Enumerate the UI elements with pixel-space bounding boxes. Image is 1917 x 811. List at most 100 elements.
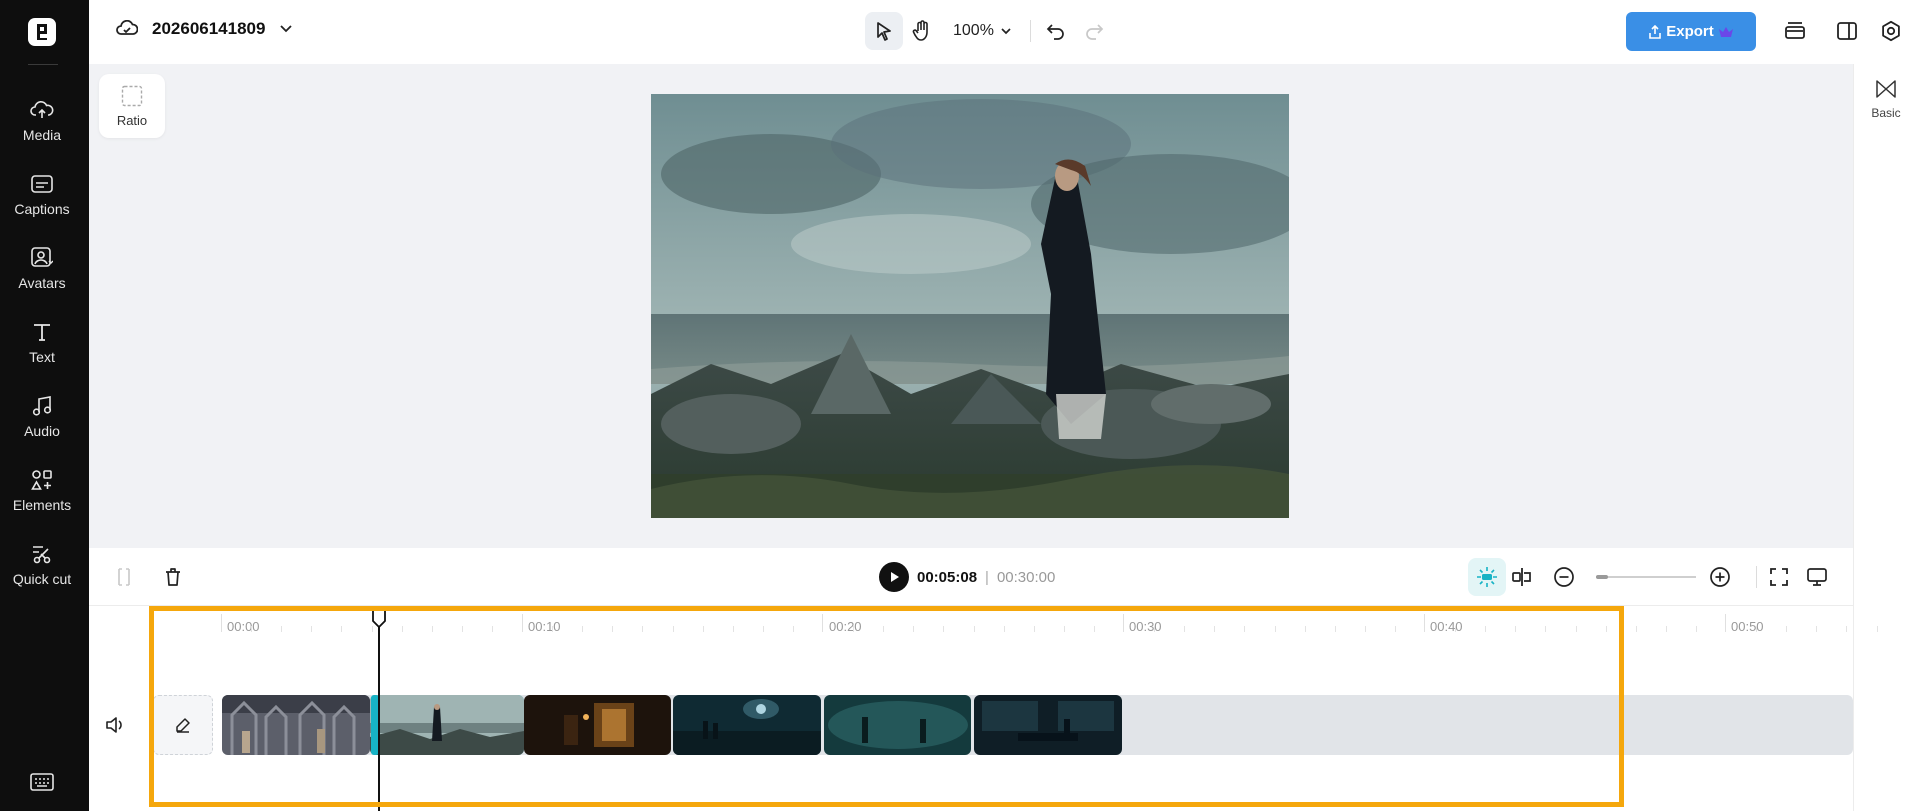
split-button[interactable] xyxy=(111,564,137,590)
ruler-label: 00:30 xyxy=(1129,619,1162,634)
stack-icon xyxy=(1785,22,1805,39)
preview-mode-button[interactable] xyxy=(1804,564,1830,590)
fullscreen-icon xyxy=(1770,568,1788,586)
ruler-minor-tick xyxy=(1635,626,1637,632)
toolbar-divider xyxy=(1756,566,1757,588)
ratio-label: Ratio xyxy=(116,112,148,128)
music-note-icon xyxy=(30,394,54,418)
timeline-clip[interactable] xyxy=(673,695,821,755)
timeline-zoom-slider[interactable] xyxy=(1596,575,1696,579)
ruler-minor-tick xyxy=(943,626,945,632)
timeline-clip-selected[interactable] xyxy=(370,695,524,755)
timeline-clip[interactable] xyxy=(222,695,370,755)
play-icon xyxy=(891,572,899,582)
app-logo[interactable] xyxy=(28,18,56,46)
sidebar-item-audio[interactable]: Audio xyxy=(0,394,84,440)
auto-snap-button[interactable] xyxy=(1468,558,1506,596)
sidebar-item-label: Captions xyxy=(14,201,70,217)
ruler-minor-tick xyxy=(1184,626,1186,632)
sidebar-item-elements[interactable]: Elements xyxy=(0,468,84,514)
ruler-minor-tick xyxy=(702,626,704,632)
undo-button[interactable] xyxy=(1037,12,1075,50)
ruler-minor-tick xyxy=(431,626,433,632)
canvas-stage: Ratio xyxy=(89,64,1853,548)
hand-tool-button[interactable] xyxy=(903,12,941,50)
playhead-line[interactable] xyxy=(378,620,380,811)
timeline-clip[interactable] xyxy=(824,695,971,755)
sidebar-item-captions[interactable]: Captions xyxy=(0,172,84,218)
keyboard-shortcuts-icon[interactable] xyxy=(30,773,54,791)
timeline-toolbar: 00:05:08 | 00:30:00 xyxy=(89,548,1853,606)
pencil-icon xyxy=(176,718,190,733)
project-name: 202606141809 xyxy=(152,19,266,38)
panel-toggle-button[interactable] xyxy=(1834,18,1860,44)
speaker-icon xyxy=(106,717,122,733)
timeline-clip[interactable] xyxy=(974,695,1122,755)
delete-button[interactable] xyxy=(160,564,186,590)
zoom-value: 100% xyxy=(953,22,994,39)
sidebar-divider xyxy=(28,64,58,65)
clip-thumbnail xyxy=(824,695,971,755)
ruler-minor-tick xyxy=(1274,626,1276,632)
zoom-dropdown[interactable]: 100% xyxy=(953,22,1012,40)
ruler-minor-tick xyxy=(1695,626,1697,632)
play-button[interactable] xyxy=(879,562,909,592)
timeline-clip[interactable] xyxy=(524,695,671,755)
ruler-minor-tick xyxy=(973,626,975,632)
ruler-label: 00:50 xyxy=(1731,619,1764,634)
basic-label: Basic xyxy=(1871,106,1901,120)
ruler-minor-tick xyxy=(1093,626,1095,632)
playback-controls: 00:05:08 | 00:30:00 xyxy=(879,562,1055,592)
layers-button[interactable] xyxy=(1782,18,1808,44)
ruler-tick xyxy=(522,614,523,632)
preview-frame-image xyxy=(651,94,1289,518)
redo-button[interactable] xyxy=(1075,12,1113,50)
track-mute-button[interactable] xyxy=(105,716,125,734)
timeline: 00:00 00:10 00:20 00:30 00:40 00:50 xyxy=(89,606,1878,811)
ruler-minor-tick xyxy=(311,626,313,632)
magnet-snap-icon xyxy=(1477,567,1497,587)
project-selector[interactable]: 202606141809 xyxy=(116,19,293,39)
undo-icon xyxy=(1046,24,1064,40)
settings-button[interactable] xyxy=(1878,18,1904,44)
fit-timeline-button[interactable] xyxy=(1766,564,1792,590)
ruler-minor-tick xyxy=(1605,626,1607,632)
ruler-minor-tick xyxy=(732,626,734,632)
ruler-minor-tick xyxy=(461,626,463,632)
ruler-minor-tick xyxy=(913,626,915,632)
elements-icon xyxy=(30,468,54,492)
zoom-out-button[interactable] xyxy=(1551,564,1577,590)
ruler-minor-tick xyxy=(341,626,343,632)
basic-panel-tab[interactable]: Basic xyxy=(1854,80,1917,120)
ruler-minor-tick xyxy=(1244,626,1246,632)
ruler-minor-tick xyxy=(281,626,283,632)
crown-icon xyxy=(1718,26,1733,37)
zoom-slider-knob[interactable] xyxy=(1596,575,1608,579)
edit-cover-button[interactable] xyxy=(153,695,213,755)
canvas-tools: 100% xyxy=(865,12,1113,50)
ruler-minor-tick xyxy=(1033,626,1035,632)
gear-icon xyxy=(1882,20,1900,42)
ruler-tick xyxy=(1725,614,1726,632)
ruler-label: 00:10 xyxy=(528,619,561,634)
video-preview[interactable] xyxy=(651,94,1289,518)
bowtie-icon xyxy=(1876,80,1896,98)
zoom-in-button[interactable] xyxy=(1707,564,1733,590)
sidebar-item-media[interactable]: Media xyxy=(0,98,84,144)
current-time: 00:05:08 xyxy=(917,568,978,586)
sidebar-item-avatars[interactable]: Avatars xyxy=(0,246,84,292)
split-playhead-button[interactable] xyxy=(1509,564,1535,590)
scissors-icon xyxy=(30,542,54,566)
ruler-minor-tick xyxy=(1876,626,1878,632)
pointer-icon xyxy=(877,22,891,41)
ruler-minor-tick xyxy=(1003,626,1005,632)
playhead-handle[interactable] xyxy=(371,608,387,628)
export-button[interactable]: Export xyxy=(1626,12,1756,51)
ratio-button[interactable]: Ratio xyxy=(99,74,165,138)
ruler-minor-tick xyxy=(792,626,794,632)
sidebar-item-text[interactable]: Text xyxy=(0,320,84,366)
split-vertical-icon xyxy=(1512,568,1531,586)
sidebar-item-quick-cut[interactable]: Quick cut xyxy=(0,542,84,588)
upload-icon xyxy=(1649,24,1662,39)
select-tool-button[interactable] xyxy=(865,12,903,50)
